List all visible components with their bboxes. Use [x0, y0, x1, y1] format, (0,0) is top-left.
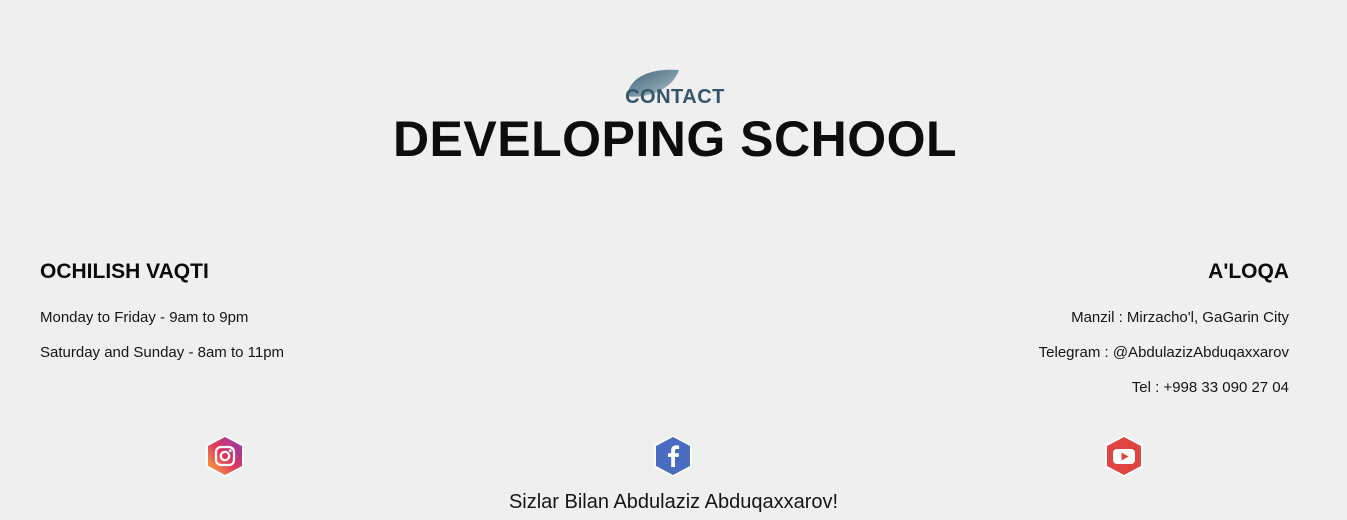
instagram-link[interactable] [203, 433, 247, 479]
instagram-icon [206, 435, 244, 477]
opening-hours-column: OCHILISH VAQTI Monday to Friday - 9am to… [40, 258, 540, 370]
section-kicker: CONTACT [625, 86, 725, 108]
hours-weekend: Saturday and Sunday - 8am to 11pm [40, 344, 285, 361]
contact-heading: A'LOQA [1208, 260, 1289, 283]
contact-info-column: A'LOQA Manzil : Mirzacho'l, GaGarin City… [789, 258, 1289, 405]
youtube-icon [1105, 435, 1143, 477]
hours-weekdays: Monday to Friday - 9am to 9pm [40, 309, 249, 326]
page-title: DEVELOPING SCHOOL [392, 111, 958, 167]
facebook-icon [654, 435, 692, 477]
youtube-link[interactable] [1102, 433, 1146, 479]
contact-phone[interactable]: Tel : +998 33 090 27 04 [789, 370, 1289, 405]
facebook-link[interactable] [651, 433, 695, 479]
opening-hours-heading: OCHILISH VAQTI [40, 260, 209, 283]
contact-address: Manzil : Mirzacho'l, GaGarin City [1071, 309, 1289, 326]
contact-telegram[interactable]: Telegram : @AbdulazizAbduqaxxarov [789, 335, 1289, 370]
footer-credit: Sizlar Bilan Abdulaziz Abduqaxxarov! [508, 491, 839, 513]
